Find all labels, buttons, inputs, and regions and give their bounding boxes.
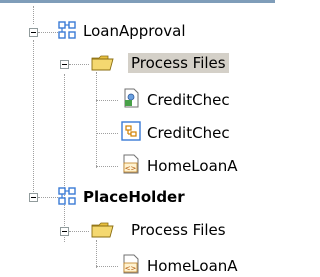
tree-line <box>69 231 89 232</box>
tree-line <box>96 72 97 168</box>
project-icon <box>58 187 76 205</box>
tree-line <box>38 32 58 33</box>
tree-node-placeholder[interactable]: PlaceHolder <box>80 186 188 208</box>
tree-node-homeloan-xsd[interactable]: HomeLoanA <box>144 155 241 177</box>
node-label: Process Files <box>128 53 229 73</box>
svg-text:<>: <> <box>125 165 137 173</box>
node-label: Process Files <box>131 221 226 239</box>
tree-line <box>64 74 65 242</box>
node-label: CreditChec <box>147 124 230 142</box>
tree-top-border <box>0 0 275 3</box>
folder-icon <box>91 222 114 238</box>
project-icon <box>58 21 76 39</box>
xsd-file-icon: <> <box>123 254 139 274</box>
tree-line <box>96 133 118 134</box>
tree-line <box>33 6 34 24</box>
tree-line <box>38 197 58 198</box>
tree-line <box>96 240 97 268</box>
collapse-toggle[interactable] <box>29 193 38 202</box>
collapse-toggle[interactable] <box>60 227 69 236</box>
bpel-file-icon <box>121 121 141 141</box>
collapse-toggle[interactable] <box>60 60 69 69</box>
svg-text:<>: <> <box>125 265 137 273</box>
tree-line <box>96 266 118 267</box>
tree-line <box>33 40 34 198</box>
node-label: HomeLoanA <box>147 157 238 175</box>
tree-line <box>69 64 89 65</box>
tree-node-loanapproval[interactable]: LoanApproval <box>80 20 189 42</box>
xsd-file-icon: <> <box>123 154 139 174</box>
tree-node-creditcheck-bpel[interactable]: CreditChec <box>144 122 233 144</box>
folder-icon <box>91 55 114 71</box>
tree-node-creditcheck-wsdl[interactable]: CreditChec <box>144 89 233 111</box>
tree-node-homeloan-xsd-2[interactable]: HomeLoanA <box>144 255 241 277</box>
node-label: HomeLoanA <box>147 257 238 275</box>
tree-node-process-files-2[interactable]: Process Files <box>128 219 229 241</box>
node-label: LoanApproval <box>83 22 186 40</box>
collapse-toggle[interactable] <box>29 28 38 37</box>
node-label: PlaceHolder <box>83 188 185 206</box>
tree-line <box>96 166 118 167</box>
tree-line <box>96 100 118 101</box>
node-label: CreditChec <box>147 91 230 109</box>
tree-node-process-files[interactable]: Process Files <box>128 52 229 74</box>
wsdl-file-icon <box>124 88 139 108</box>
